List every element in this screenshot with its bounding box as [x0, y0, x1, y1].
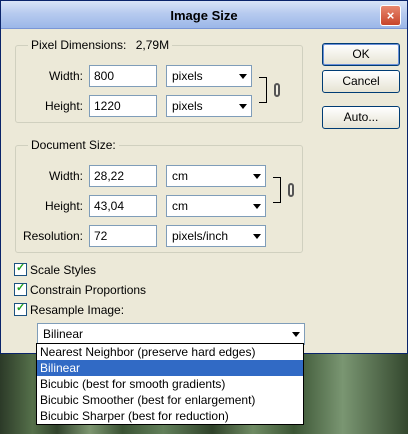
pixel-width-field[interactable]: 800 — [89, 65, 157, 87]
resample-option-nearest-neighbor[interactable]: Nearest Neighbor (preserve hard edges) — [37, 344, 303, 360]
resample-method-select[interactable]: Bilinear — [37, 323, 305, 345]
doc-width-unit-value: cm — [172, 169, 188, 183]
pixel-dimensions-size: 2,79M — [135, 38, 170, 52]
resample-method-value: Bilinear — [43, 327, 84, 341]
chevron-down-icon — [253, 204, 261, 209]
resample-dropdown-list: Nearest Neighbor (preserve hard edges) B… — [36, 343, 304, 425]
resample-option-bicubic[interactable]: Bicubic (best for smooth gradients) — [37, 376, 303, 392]
title-bar[interactable]: Image Size × — [1, 1, 407, 29]
auto-button[interactable]: Auto... — [322, 106, 400, 129]
resolution-field[interactable]: 72 — [89, 225, 157, 247]
resample-option-bicubic-smoother[interactable]: Bicubic Smoother (best for enlargement) — [37, 392, 303, 408]
constrain-proportions-label: Constrain Proportions — [30, 283, 147, 297]
window-title: Image Size — [170, 8, 238, 23]
chevron-down-icon — [253, 234, 261, 239]
pixel-height-label: Height: — [44, 99, 83, 113]
pixel-link-bracket — [259, 77, 267, 103]
cancel-button[interactable]: Cancel — [322, 70, 400, 93]
pixel-width-label: Width: — [48, 69, 83, 83]
chain-link-icon — [288, 183, 294, 197]
doc-width-label: Width: — [48, 169, 83, 183]
pixel-height-field[interactable]: 1220 — [89, 95, 157, 117]
ok-button[interactable]: OK — [322, 43, 400, 66]
chevron-down-icon — [239, 74, 247, 79]
chain-link-icon — [274, 83, 280, 97]
resolution-unit-select[interactable]: pixels/inch — [166, 225, 266, 247]
doc-width-field[interactable]: 28,22 — [89, 165, 157, 187]
pixel-dimensions-title: Pixel Dimensions: — [31, 38, 127, 52]
image-size-dialog: Image Size × Pixel Dimensions: 2,79M Wid… — [0, 0, 408, 354]
doc-height-field[interactable]: 43,04 — [89, 195, 157, 217]
doc-width-unit-select[interactable]: cm — [166, 165, 266, 187]
scale-styles-checkbox[interactable] — [14, 261, 27, 276]
pixel-width-unit-select[interactable]: pixels — [166, 65, 252, 87]
constrain-proportions-checkbox[interactable] — [14, 281, 27, 296]
doc-height-unit-value: cm — [172, 199, 188, 213]
resample-option-bicubic-sharper[interactable]: Bicubic Sharper (best for reduction) — [37, 408, 303, 424]
pixel-height-unit-value: pixels — [172, 99, 203, 113]
doc-link-bracket — [273, 177, 281, 203]
pixel-width-unit-value: pixels — [172, 69, 203, 83]
chevron-down-icon — [239, 104, 247, 109]
resolution-label: Resolution: — [22, 229, 83, 243]
pixel-dimensions-label: Pixel Dimensions: 2,79M — [28, 38, 173, 52]
chevron-down-icon — [292, 332, 300, 337]
resample-option-bilinear[interactable]: Bilinear — [37, 360, 303, 376]
resample-image-label: Resample Image: — [30, 303, 125, 317]
close-button[interactable]: × — [380, 5, 401, 26]
doc-height-label: Height: — [44, 199, 83, 213]
document-size-label: Document Size: — [28, 138, 119, 152]
chevron-down-icon — [253, 174, 261, 179]
doc-height-unit-select[interactable]: cm — [166, 195, 266, 217]
pixel-height-unit-select[interactable]: pixels — [166, 95, 252, 117]
scale-styles-label: Scale Styles — [30, 263, 97, 277]
resample-image-checkbox[interactable] — [14, 301, 27, 316]
resolution-unit-value: pixels/inch — [172, 229, 229, 243]
